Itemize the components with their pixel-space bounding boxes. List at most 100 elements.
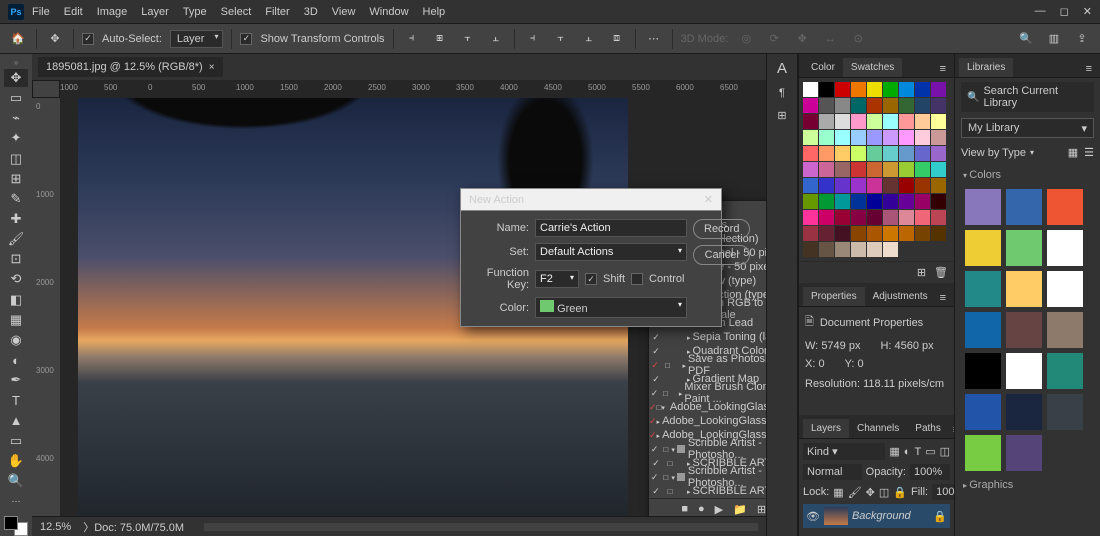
swatch[interactable] <box>835 226 850 241</box>
layer-name[interactable]: Background <box>852 510 911 522</box>
swatch[interactable] <box>915 178 930 193</box>
swatch[interactable] <box>915 130 930 145</box>
layer-kind-filter[interactable]: Kind ▾ <box>803 443 885 460</box>
swatch[interactable] <box>899 146 914 161</box>
swatch[interactable] <box>931 114 946 129</box>
library-color-tile[interactable] <box>965 353 1001 389</box>
fg-bg-colors[interactable] <box>4 516 28 536</box>
library-color-tile[interactable] <box>1047 189 1083 225</box>
swatch[interactable] <box>915 226 930 241</box>
swatch[interactable] <box>803 82 818 97</box>
swatch[interactable] <box>883 210 898 225</box>
tab-swatches[interactable]: Swatches <box>843 58 902 77</box>
align-right-icon[interactable]: ⫟ <box>458 29 478 49</box>
type-tool[interactable]: T <box>4 391 28 409</box>
library-color-tile[interactable] <box>965 312 1001 348</box>
new-set-icon[interactable]: 📁 <box>733 503 747 516</box>
swatches-menu-icon[interactable]: ≡ <box>936 61 950 77</box>
eyedropper-tool[interactable]: ✎ <box>4 190 28 208</box>
swatch[interactable] <box>915 210 930 225</box>
swatch[interactable] <box>803 178 818 193</box>
swatch[interactable] <box>851 242 866 257</box>
close-tab-icon[interactable]: × <box>209 62 215 73</box>
fill-value[interactable]: 100% <box>932 484 954 500</box>
shift-checkbox[interactable] <box>585 273 597 285</box>
swatch[interactable] <box>835 162 850 177</box>
swatch[interactable] <box>883 162 898 177</box>
swatch[interactable] <box>819 178 834 193</box>
tab-channels[interactable]: Channels <box>849 419 907 438</box>
swatch[interactable] <box>883 178 898 193</box>
menu-help[interactable]: Help <box>423 6 446 18</box>
close-icon[interactable]: ✕ <box>1083 5 1092 18</box>
menu-image[interactable]: Image <box>97 6 128 18</box>
library-color-tile[interactable] <box>965 230 1001 266</box>
swatch[interactable] <box>867 114 882 129</box>
swatch[interactable] <box>883 114 898 129</box>
scrollbar-h[interactable] <box>204 523 758 531</box>
swatch[interactable] <box>819 162 834 177</box>
library-color-tile[interactable] <box>1047 230 1083 266</box>
record-button[interactable]: Record <box>693 219 750 239</box>
history-brush-tool[interactable]: ⟲ <box>4 270 28 288</box>
stamp-tool[interactable]: ⊡ <box>4 250 28 268</box>
lock-image-icon[interactable]: 🖌 <box>848 486 862 499</box>
search-icon[interactable]: 🔍 <box>1016 29 1036 49</box>
swatch[interactable] <box>819 130 834 145</box>
lasso-tool[interactable]: ⌁ <box>4 109 28 127</box>
swatch[interactable] <box>915 82 930 97</box>
library-color-tile[interactable] <box>1006 189 1042 225</box>
swatch[interactable] <box>835 146 850 161</box>
swatch[interactable] <box>835 114 850 129</box>
tab-libraries[interactable]: Libraries <box>959 58 1013 77</box>
brush-tool[interactable]: 🖌 <box>4 230 28 248</box>
new-action-icon[interactable]: ⊞ <box>757 503 766 516</box>
swatch[interactable] <box>803 210 818 225</box>
action-row[interactable]: ✓Sepia Toning (layer) <box>649 330 766 344</box>
pen-tool[interactable]: ✒ <box>4 371 28 389</box>
tab-paths[interactable]: Paths <box>907 419 949 438</box>
align-top-icon[interactable]: ⫠ <box>486 29 506 49</box>
ruler-vertical[interactable]: 01000200030004000 <box>32 98 60 516</box>
tab-adjustments[interactable]: Adjustments <box>865 287 936 306</box>
action-row[interactable]: ✓□Scribble Artist - Photosho... <box>649 442 766 456</box>
crop-tool[interactable]: ◫ <box>4 150 28 168</box>
distribute-icon[interactable]: ⫠ <box>579 29 599 49</box>
heal-tool[interactable]: ✚ <box>4 210 28 228</box>
graphics-section[interactable]: Graphics <box>955 475 1100 495</box>
auto-select-checkbox[interactable] <box>82 33 94 45</box>
menu-select[interactable]: Select <box>221 6 252 18</box>
gradient-tool[interactable]: ▦ <box>4 311 28 329</box>
align-left-icon[interactable]: ⫞ <box>402 29 422 49</box>
swatch[interactable] <box>883 226 898 241</box>
swatch[interactable] <box>819 210 834 225</box>
swatch[interactable] <box>931 162 946 177</box>
tab-properties[interactable]: Properties <box>803 287 865 306</box>
path-select-tool[interactable]: ▲ <box>4 411 28 429</box>
menu-view[interactable]: View <box>332 6 356 18</box>
swatch[interactable] <box>931 98 946 113</box>
filter-smart-icon[interactable]: ◫ <box>940 445 950 458</box>
libraries-menu-icon[interactable]: ≡ <box>1082 61 1096 77</box>
swatch[interactable] <box>915 146 930 161</box>
filter-adjust-icon[interactable]: ◐ <box>904 446 911 458</box>
menu-window[interactable]: Window <box>369 6 408 18</box>
library-color-tile[interactable] <box>1006 435 1042 471</box>
swatch[interactable] <box>899 210 914 225</box>
zoom-level[interactable]: 12.5% <box>40 521 71 533</box>
eraser-tool[interactable]: ◧ <box>4 291 28 309</box>
swatch[interactable] <box>851 194 866 209</box>
swatch[interactable] <box>883 194 898 209</box>
swatch[interactable] <box>867 146 882 161</box>
swatch[interactable] <box>915 194 930 209</box>
swatch[interactable] <box>883 98 898 113</box>
tab-color[interactable]: Color <box>803 58 843 77</box>
swatch[interactable] <box>867 194 882 209</box>
library-color-tile[interactable] <box>1006 394 1042 430</box>
hand-tool[interactable]: ✋ <box>4 452 28 470</box>
properties-menu-icon[interactable]: ≡ <box>936 290 950 306</box>
fkey-select[interactable]: F2 <box>535 270 579 288</box>
library-search[interactable]: 🔍 Search Current Library <box>961 82 1094 112</box>
library-select[interactable]: My Library <box>961 118 1094 138</box>
swatch[interactable] <box>931 194 946 209</box>
